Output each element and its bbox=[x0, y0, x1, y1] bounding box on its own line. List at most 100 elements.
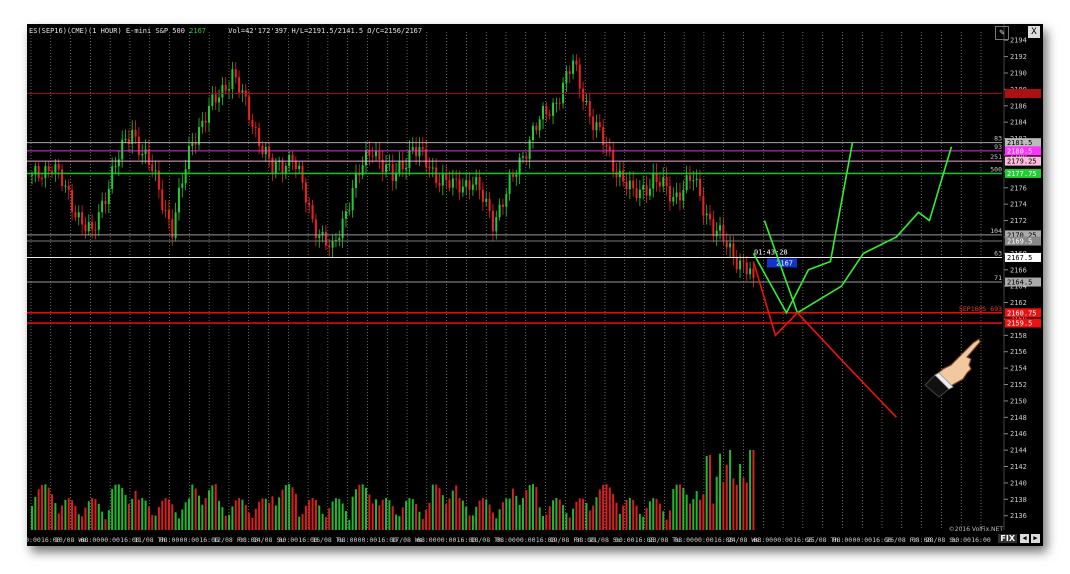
candle-body bbox=[144, 149, 147, 155]
volume-bar bbox=[525, 490, 528, 530]
price-level-tag-label: 2169.5 bbox=[1007, 238, 1032, 246]
x-tick-label: 08:00 bbox=[674, 536, 694, 544]
candle-body bbox=[505, 193, 508, 207]
x-tick-label: 00:00 bbox=[279, 536, 299, 544]
candle-body bbox=[344, 211, 347, 219]
candle-body bbox=[47, 166, 50, 172]
volume-bar bbox=[658, 503, 661, 530]
volume-bar bbox=[695, 491, 698, 530]
candle-body bbox=[388, 163, 391, 165]
volume-bar bbox=[57, 513, 60, 530]
level-count-label: 104 bbox=[990, 227, 1002, 235]
candle-body bbox=[37, 166, 40, 178]
candle-body bbox=[44, 166, 47, 178]
volume-bar bbox=[284, 485, 287, 530]
level-count-label: 251 bbox=[990, 153, 1002, 161]
volume-bar bbox=[44, 484, 47, 530]
volume-bar bbox=[678, 484, 681, 530]
y-tick-label: 2176 bbox=[1010, 184, 1027, 192]
candle-body bbox=[752, 268, 755, 278]
x-tick-label: 00:00 bbox=[437, 536, 457, 544]
volume-bar bbox=[451, 490, 454, 530]
candle-body bbox=[251, 119, 254, 128]
volume-bar bbox=[328, 508, 331, 530]
x-tick-label: 00:00 bbox=[27, 536, 41, 544]
volume-bar bbox=[167, 499, 170, 530]
candle-body bbox=[114, 166, 117, 168]
candle-body bbox=[668, 186, 671, 202]
volume-bar bbox=[301, 514, 304, 530]
candle-body bbox=[405, 168, 408, 170]
y-tick-label: 2144 bbox=[1010, 447, 1027, 455]
volume-bar bbox=[84, 507, 87, 530]
volume-bar bbox=[375, 499, 378, 530]
volume-bar bbox=[238, 498, 241, 530]
price-chart[interactable]: 2136 2138 2140 2142 2144 2146 2148 2150 2152 2154… bbox=[27, 24, 1043, 546]
candle-body bbox=[425, 149, 428, 167]
candle-body bbox=[101, 200, 104, 213]
candle-body bbox=[94, 229, 97, 231]
candle-body bbox=[77, 212, 80, 218]
volume-bar bbox=[157, 507, 160, 530]
price-level-tag-label: 2159.5 bbox=[1007, 320, 1032, 328]
volume-bar bbox=[682, 487, 685, 530]
volume-bar bbox=[74, 505, 77, 530]
volume-bar bbox=[47, 487, 50, 530]
volume-bar bbox=[491, 512, 494, 530]
chart-header: ES(SEP16)(CME)(1 HOUR) E-mini S&P 500 21… bbox=[29, 27, 422, 35]
level-count-label: 93 bbox=[994, 143, 1002, 151]
volume-bar bbox=[675, 484, 678, 530]
candle-body bbox=[548, 114, 551, 116]
volume-bar bbox=[501, 502, 504, 530]
candle-body bbox=[274, 161, 277, 174]
volume-bar bbox=[431, 484, 434, 530]
candle-body bbox=[208, 105, 211, 123]
volume-bar bbox=[121, 488, 124, 530]
candle-body bbox=[672, 197, 675, 202]
candle-body bbox=[638, 189, 641, 199]
scroll-right-icon[interactable]: ▶ bbox=[1031, 534, 1040, 543]
volume-bar bbox=[338, 498, 341, 530]
candle-body bbox=[495, 217, 498, 232]
x-tick-label: 08:00 bbox=[754, 536, 774, 544]
candle-body bbox=[238, 77, 241, 93]
candle-body bbox=[478, 177, 481, 190]
volume-bar bbox=[555, 498, 558, 530]
volume-bar bbox=[385, 498, 388, 530]
candle-body bbox=[365, 149, 367, 166]
pencil-icon[interactable]: ✎ bbox=[995, 26, 1009, 40]
volume-bar bbox=[321, 513, 324, 530]
volume-bar bbox=[71, 500, 74, 530]
volume-bar bbox=[234, 500, 237, 530]
volume-bar bbox=[471, 515, 474, 530]
x-tick-label: 08:00 bbox=[496, 536, 516, 544]
y-tick-label: 2158 bbox=[1010, 332, 1027, 340]
candle-body bbox=[678, 192, 681, 201]
volume-bar bbox=[348, 519, 351, 530]
volume-bar bbox=[61, 505, 64, 530]
scroll-left-icon[interactable]: ◀ bbox=[1020, 534, 1029, 543]
candle-body bbox=[308, 202, 311, 206]
candle-body bbox=[485, 198, 488, 202]
fix-button[interactable]: FIX bbox=[998, 534, 1017, 543]
volume-bar bbox=[161, 500, 164, 530]
candle-body bbox=[735, 257, 738, 270]
price-level-tag-label: 2181.5 bbox=[1007, 139, 1032, 147]
volume-bar bbox=[191, 484, 194, 530]
volume-bar bbox=[144, 500, 147, 530]
x-tick-label: 08:00 bbox=[81, 536, 101, 544]
candle-body bbox=[117, 159, 120, 167]
candle-body bbox=[568, 71, 571, 74]
candle-body bbox=[598, 122, 601, 128]
candle-body bbox=[338, 238, 341, 241]
stats-label: Vol=42'172'397 H/L=2191.5/2141.5 O/C=215… bbox=[228, 27, 423, 35]
candle-body bbox=[184, 169, 187, 184]
candle-body bbox=[709, 213, 712, 220]
bar-timer-label: 01:43:28 bbox=[754, 248, 788, 256]
volume-bar bbox=[228, 514, 231, 530]
volume-bar bbox=[391, 506, 394, 530]
volume-bar bbox=[398, 516, 401, 530]
close-icon[interactable]: X bbox=[1028, 26, 1040, 38]
copyright-label: ©2016 VolFix.NET bbox=[948, 526, 1003, 533]
volume-bar bbox=[378, 505, 381, 530]
